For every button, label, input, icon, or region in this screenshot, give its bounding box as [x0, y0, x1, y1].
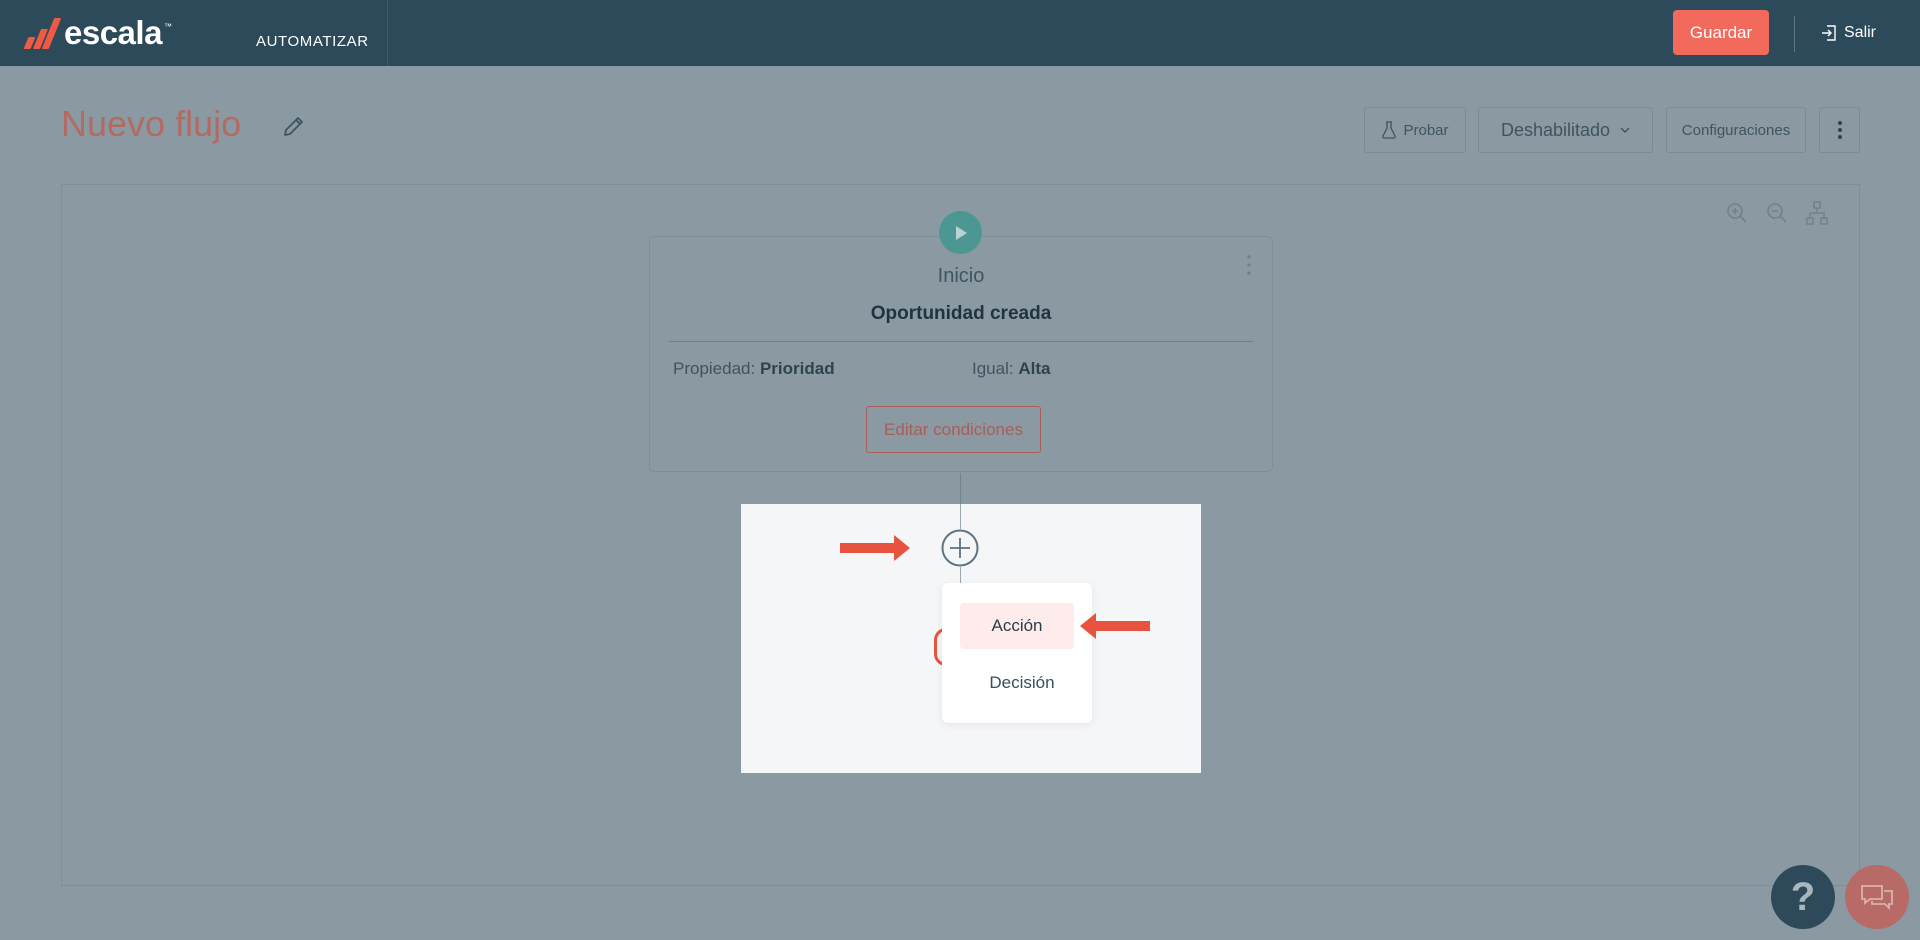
flow-connector: [960, 567, 961, 583]
edit-conditions-button[interactable]: Editar condiciones: [866, 406, 1041, 453]
zoom-in-icon[interactable]: [1725, 201, 1749, 225]
save-button[interactable]: Guardar: [1673, 10, 1769, 55]
exit-label: Salir: [1844, 24, 1877, 41]
logo-mark: [20, 17, 62, 49]
nav-divider: [387, 0, 388, 66]
plus-circle-icon[interactable]: [941, 529, 979, 567]
topbar-divider: [1794, 16, 1795, 52]
canvas-toolbar: [1725, 201, 1829, 225]
sitemap-icon[interactable]: [1805, 201, 1829, 225]
equals-condition: Igual: Alta: [972, 359, 1050, 379]
test-label: Probar: [1403, 121, 1449, 139]
chat-button[interactable]: [1845, 865, 1909, 929]
zoom-out-icon[interactable]: [1765, 201, 1789, 225]
settings-label: Configuraciones: [1681, 121, 1791, 139]
flow-connector: [960, 504, 961, 529]
flask-icon: [1382, 121, 1397, 139]
status-label: Deshabilitado: [1500, 119, 1611, 140]
trigger-name: Oportunidad creada: [870, 303, 1052, 324]
card-divider: [669, 341, 1253, 342]
property-value: Prioridad: [759, 359, 835, 378]
property-condition: Propiedad: Prioridad: [673, 359, 835, 379]
exit-icon: [1822, 25, 1836, 41]
property-label: Propiedad:: [673, 359, 756, 378]
top-bar: escala ™ AUTOMATIZAR Guardar Salir: [0, 0, 1920, 66]
menu-item-accion[interactable]: Acción: [960, 603, 1074, 649]
add-step-menu: Acción Decisión: [942, 583, 1092, 723]
pencil-icon[interactable]: [280, 112, 308, 140]
exit-button[interactable]: Salir: [1820, 20, 1876, 46]
settings-button[interactable]: Configuraciones: [1666, 107, 1806, 153]
start-stage-label: Inicio: [937, 265, 985, 287]
arrow-right-icon: [840, 535, 910, 561]
condition-label: Igual:: [972, 359, 1014, 378]
logo-trademark: ™: [163, 22, 172, 31]
menu-item-decision[interactable]: Decisión: [960, 660, 1074, 706]
condition-value: Alta: [1018, 359, 1051, 378]
flow-connector: [960, 473, 961, 504]
status-dropdown[interactable]: Deshabilitado: [1478, 107, 1653, 153]
play-icon: [939, 211, 982, 254]
test-button[interactable]: Probar: [1364, 107, 1466, 153]
chevron-down-icon: [1620, 127, 1630, 133]
more-options-button[interactable]: [1819, 107, 1860, 153]
start-node-card[interactable]: Inicio Oportunidad creada Propiedad: Pri…: [649, 236, 1273, 472]
more-vertical-icon: [1837, 121, 1842, 139]
chat-icon: [1861, 885, 1893, 911]
nav-automatizar[interactable]: AUTOMATIZAR: [256, 33, 369, 50]
arrow-left-icon: [1080, 613, 1150, 639]
page-title: Nuevo flujo: [61, 103, 242, 144]
logo-text: escala: [64, 14, 162, 51]
help-button[interactable]: ?: [1771, 865, 1835, 929]
escala-logo[interactable]: escala ™: [20, 14, 172, 52]
